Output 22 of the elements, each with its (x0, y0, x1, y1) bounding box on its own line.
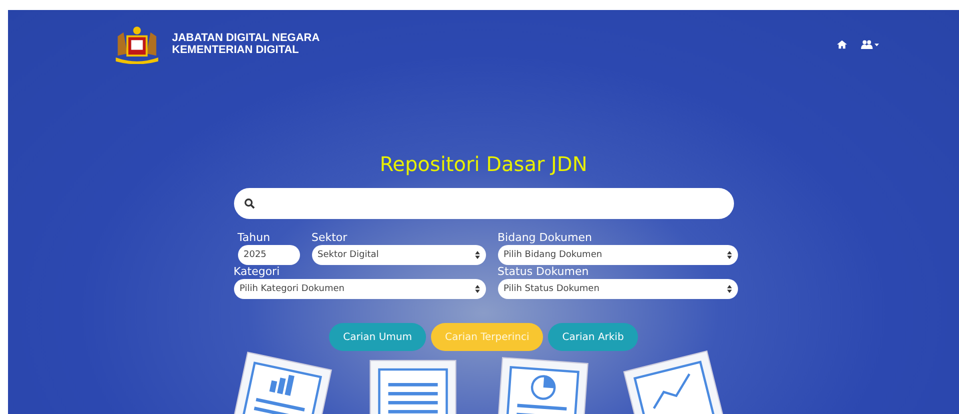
org-name: JABATAN DIGITAL NEGARA (172, 32, 320, 44)
sort-arrows-icon (474, 285, 480, 293)
user-menu-icon[interactable] (861, 40, 879, 48)
dropdown[interactable]: Pilih Bidang Dokumen (498, 245, 738, 265)
dropdown[interactable]: Pilih Kategori Dokumen (234, 279, 486, 299)
year-field[interactable]: 2025 (238, 245, 300, 265)
ministry-name: KEMENTERIAN DIGITAL (172, 44, 300, 56)
field-label: Kategori (234, 265, 281, 279)
home-icon[interactable] (837, 40, 847, 48)
sort-arrows-icon (474, 251, 480, 259)
field-label: Bidang Dokumen (498, 231, 593, 245)
field-label: Tahun (238, 231, 272, 245)
sort-arrows-icon (726, 251, 732, 259)
search-field[interactable] (234, 188, 734, 219)
search-icon (244, 198, 254, 209)
field-label: Sektor (312, 231, 348, 245)
sort-arrows-icon (726, 285, 732, 293)
page-title: Repositori Dasar JDN (378, 152, 588, 176)
field-label: Status Dokumen (498, 265, 590, 279)
dropdown[interactable]: Sektor Digital (312, 245, 486, 265)
text-document-icon (368, 358, 458, 414)
dropdown[interactable]: Pilih Status Dokumen (498, 279, 738, 299)
